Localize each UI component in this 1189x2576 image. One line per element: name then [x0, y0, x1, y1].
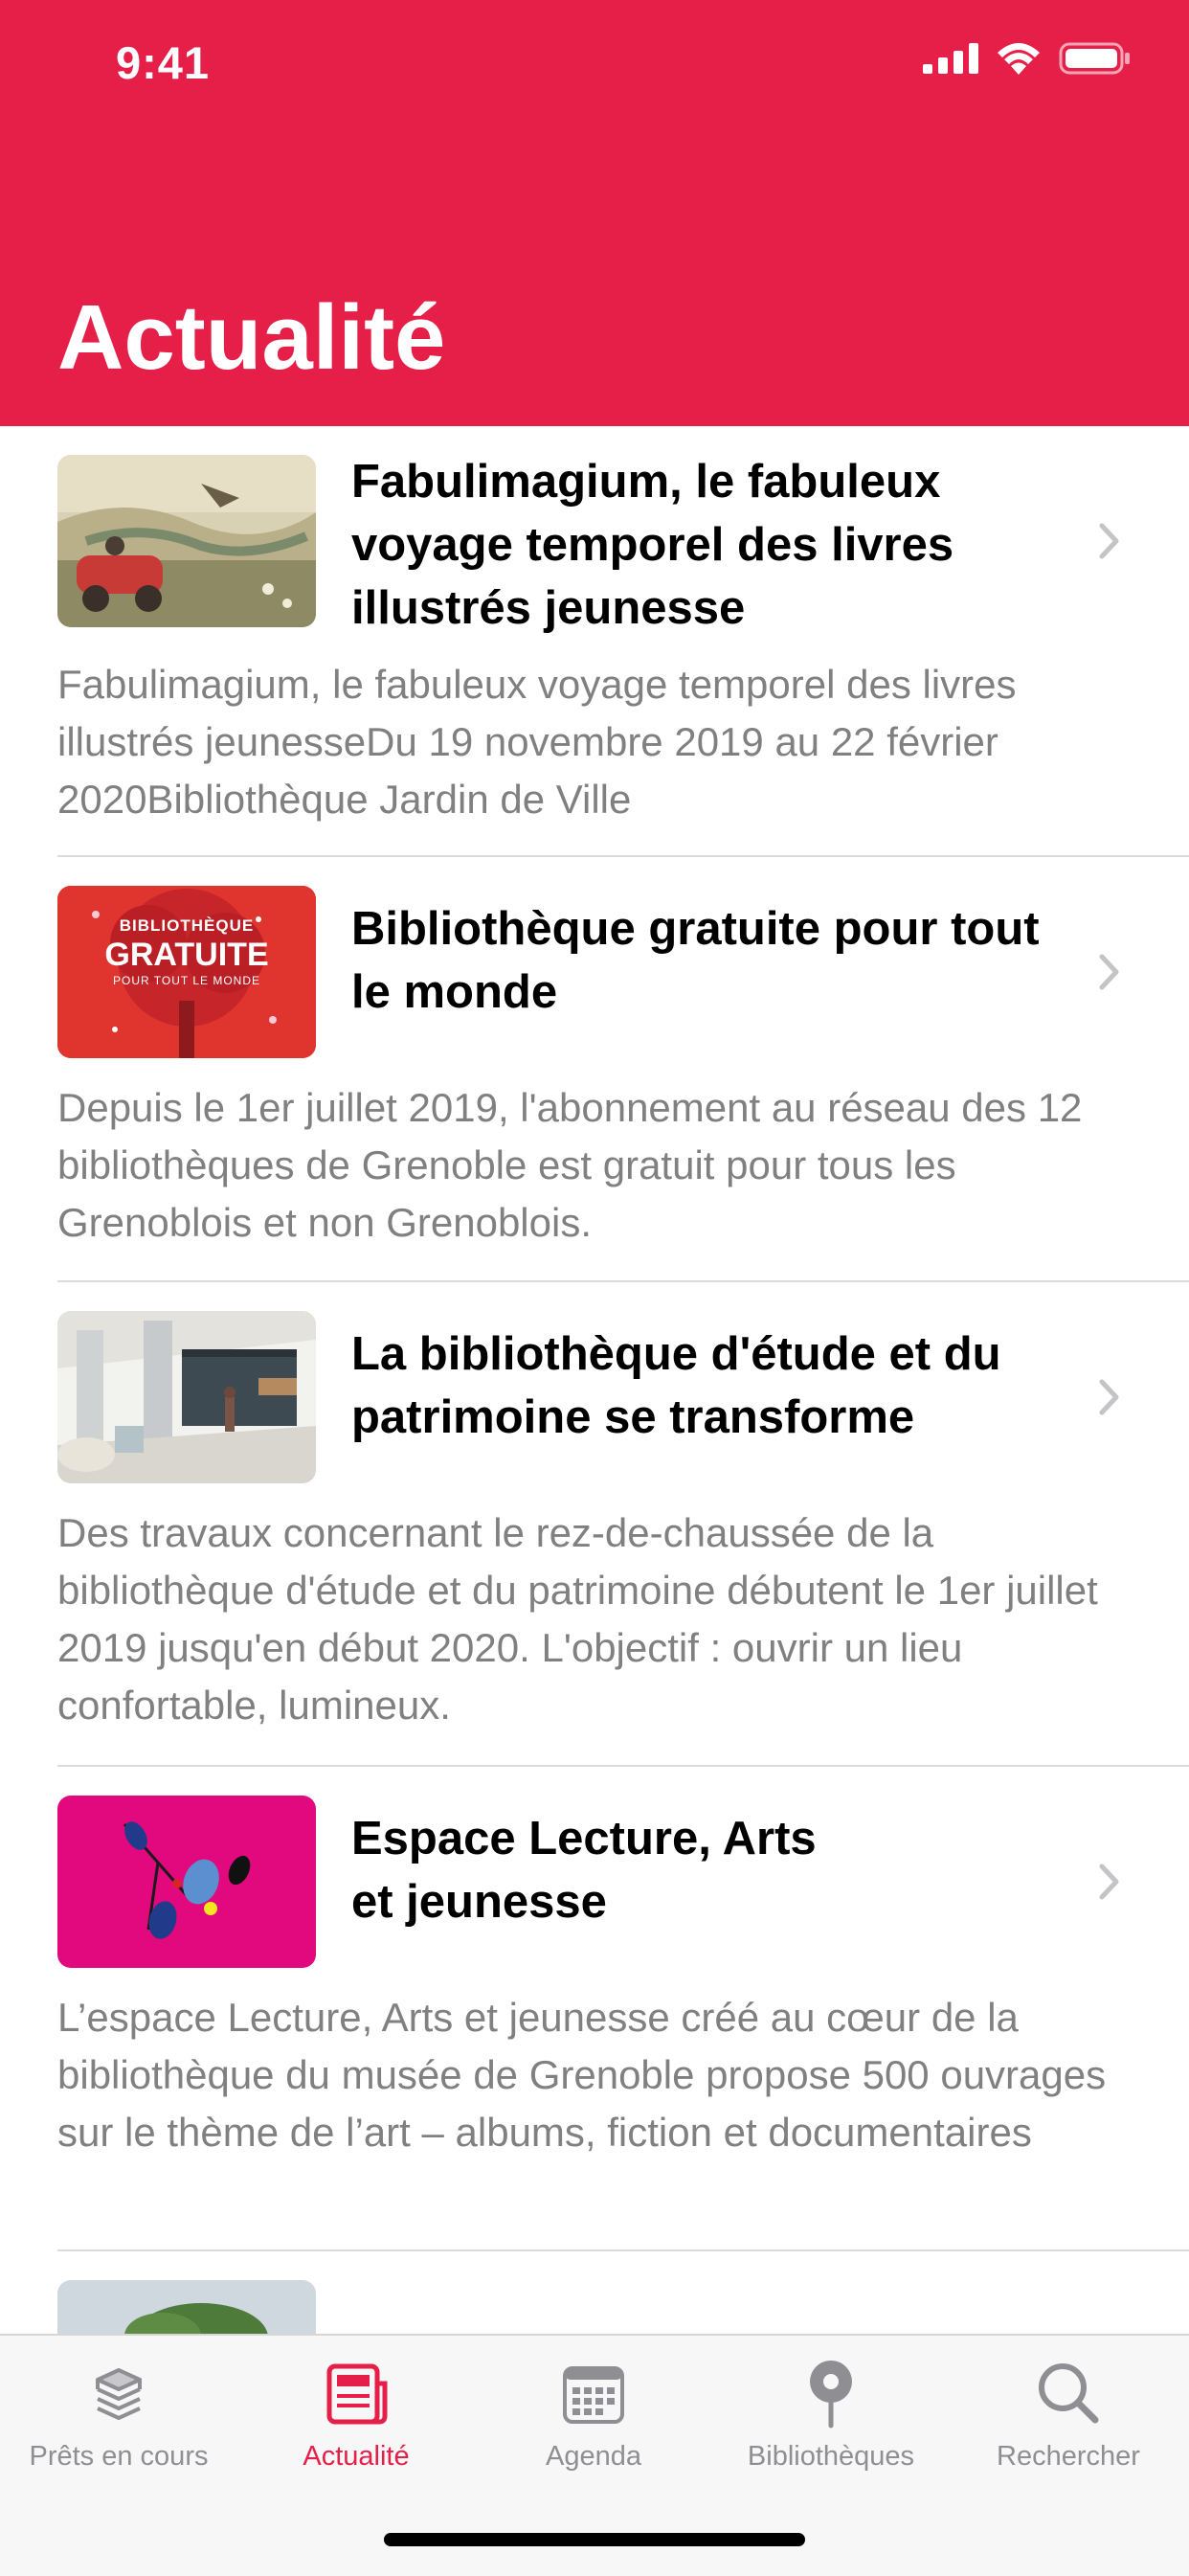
- tab-label: Rechercher: [997, 2441, 1140, 2472]
- stacked-books-icon: [96, 2368, 142, 2420]
- news-item[interactable]: Fabulimagium, le fabuleux voyage tempore…: [0, 426, 1189, 857]
- thumbnail-label: BIBLIOTHÈQUE: [119, 916, 255, 935]
- news-item-title: Bibliothèque gratuite pour tout le monde: [351, 903, 1040, 1018]
- status-icons: [923, 42, 1132, 75]
- news-thumbnail-bibliotheque-etude: [57, 1311, 316, 1483]
- cellular-signal-icon: [923, 43, 978, 74]
- news-item-description: Des travaux concernant le rez-de-chaussé…: [57, 1510, 1098, 1728]
- news-thumbnail-partial: [57, 2280, 316, 2334]
- chevron-right-icon: [1099, 523, 1119, 559]
- tab-label: Agenda: [546, 2441, 641, 2472]
- tab-label: Prêts en cours: [29, 2441, 209, 2472]
- news-item[interactable]: BIBLIOTHÈQUE GRATUITE POUR TOUT LE MONDE…: [0, 857, 1189, 1282]
- news-item-title: Fabulimagium, le fabuleux voyage tempore…: [351, 456, 954, 634]
- news-item[interactable]: Espace Lecture, Arts et jeunesse L’espac…: [0, 1767, 1189, 2251]
- news-thumbnail-gratuite: BIBLIOTHÈQUE GRATUITE POUR TOUT LE MONDE: [57, 886, 316, 1058]
- news-item-description: Depuis le 1er juillet 2019, l'abonnement…: [57, 1085, 1083, 1245]
- tab-label: Actualité: [303, 2441, 410, 2472]
- chevron-right-icon: [1099, 1864, 1119, 1900]
- navigation-header: 9:41 Actualité: [0, 0, 1189, 426]
- map-pin-icon: [810, 2361, 852, 2429]
- news-item-title: Espace Lecture, Arts et jeunesse: [351, 1813, 817, 1928]
- calendar-icon: [563, 2366, 624, 2424]
- news-item[interactable]: La bibliothèque d'étude et du patrimoine…: [0, 1282, 1189, 1767]
- tab-bibliotheques[interactable]: Bibliothèques: [712, 2353, 950, 2473]
- chevron-right-icon: [1099, 954, 1119, 990]
- search-icon: [1039, 2363, 1099, 2424]
- news-item-title: La bibliothèque d'étude et du patrimoine…: [351, 1328, 1001, 1443]
- newspaper-icon: [326, 2363, 388, 2425]
- thumbnail-label: GRATUITE: [104, 937, 269, 973]
- thumbnail-label: POUR TOUT LE MONDE: [112, 974, 261, 987]
- news-thumbnail-fabulimagium: [57, 455, 316, 627]
- wifi-icon: [998, 43, 1040, 75]
- battery-icon: [1059, 42, 1130, 75]
- status-time: 9:41: [116, 37, 211, 88]
- tab-agenda[interactable]: Agenda: [475, 2353, 712, 2473]
- news-thumbnail-espace-lecture: [57, 1796, 316, 1968]
- home-indicator[interactable]: [384, 2533, 805, 2546]
- news-item-description: Fabulimagium, le fabuleux voyage tempore…: [57, 662, 1017, 822]
- tab-label: Bibliothèques: [747, 2441, 915, 2472]
- news-item[interactable]: [0, 2251, 1189, 2334]
- chevron-right-icon: [1099, 1379, 1119, 1415]
- tab-prets-en-cours[interactable]: Prêts en cours: [0, 2353, 237, 2473]
- tab-actualite[interactable]: Actualité: [237, 2353, 475, 2473]
- tab-rechercher[interactable]: Rechercher: [950, 2353, 1187, 2473]
- news-item-description: L’espace Lecture, Arts et jeunesse créé …: [57, 1995, 1107, 2155]
- page-title: Actualité: [57, 286, 446, 389]
